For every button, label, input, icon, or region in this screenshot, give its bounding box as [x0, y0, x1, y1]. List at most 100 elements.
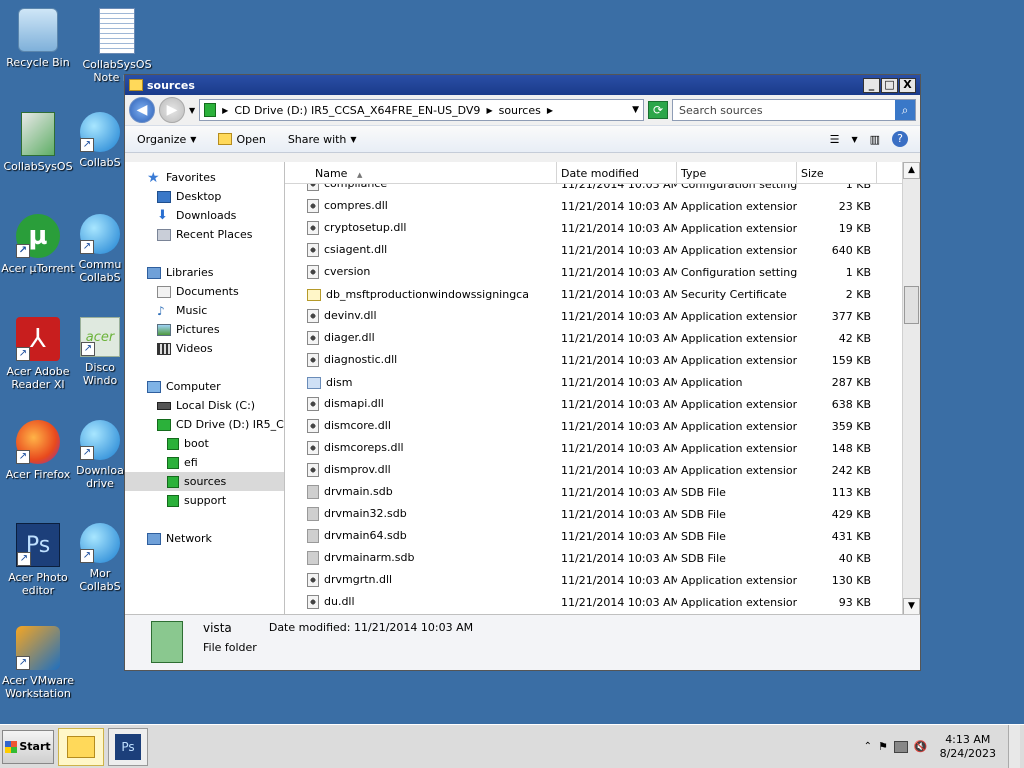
nav-folder-support[interactable]: support — [125, 491, 284, 510]
desktop-icon-utorrent[interactable]: µ ↗ Acer µTorrent — [0, 214, 79, 275]
file-row[interactable]: drvmain64.sdb 11/21/2014 10:03 AM SDB File… — [285, 525, 902, 547]
open-button[interactable]: Open — [218, 133, 266, 146]
column-header-name[interactable]: Name ▲ — [285, 162, 557, 183]
desktop-icon-collabs[interactable]: ↗ CollabS — [76, 112, 124, 169]
desktop-icon-collabsysos[interactable]: CollabSysOS — [0, 112, 79, 173]
nav-downloads[interactable]: ⬇ Downloads — [125, 206, 284, 225]
action-center-flag-icon[interactable]: ⚑ — [878, 740, 888, 753]
green-folder-icon — [167, 475, 179, 488]
show-hidden-icons[interactable]: ⌃ — [864, 741, 872, 752]
show-desktop-button[interactable] — [1008, 725, 1020, 768]
desktop-icon-commu[interactable]: ↗ Commu CollabS — [76, 214, 124, 284]
desktop-icon-download[interactable]: ↗ Downloa drive — [76, 420, 124, 490]
file-size-cell: 429 KB — [831, 507, 871, 521]
breadcrumb-separator-icon[interactable]: ▶ — [222, 106, 228, 115]
file-row[interactable]: devinv.dll 11/21/2014 10:03 AM Application… — [285, 305, 902, 327]
help-icon[interactable]: ? — [892, 131, 908, 147]
file-size-cell: 23 KB — [838, 199, 871, 213]
file-row[interactable]: db_msftproductionwindowssigningca 11/21/2… — [285, 283, 902, 305]
column-header-date[interactable]: Date modified — [557, 162, 677, 183]
file-row[interactable]: compres.dll 11/21/2014 10:03 AM Applicatio… — [285, 195, 902, 217]
clock[interactable]: 4:13 AM 8/24/2023 — [940, 733, 996, 761]
scroll-up-arrow[interactable]: ▲ — [903, 162, 920, 179]
file-row[interactable]: cversion 11/21/2014 10:03 AM Configuration… — [285, 261, 902, 283]
organize-button[interactable]: Organize ▼ — [137, 133, 196, 146]
scroll-down-arrow[interactable]: ▼ — [903, 598, 920, 615]
file-row[interactable]: diager.dll 11/21/2014 10:03 AM Application… — [285, 327, 902, 349]
nav-computer[interactable]: Computer — [125, 377, 284, 396]
share-with-button[interactable]: Share with ▼ — [288, 133, 357, 146]
nav-folder-efi[interactable]: efi — [125, 453, 284, 472]
file-name: dismcore.dll — [324, 419, 391, 432]
desktop-icon-notes[interactable]: CollabSysOS Note rea — [76, 8, 158, 84]
nav-folder-boot[interactable]: boot — [125, 434, 284, 453]
nav-folder-sources[interactable]: sources — [125, 472, 284, 491]
minimize-button[interactable]: _ — [863, 77, 880, 93]
column-header-size[interactable]: Size — [797, 162, 877, 183]
volume-muted-icon[interactable]: 🔇 — [914, 740, 928, 753]
search-box[interactable]: Search sources ⌕ — [672, 99, 916, 121]
nav-cd-drive[interactable]: CD Drive (D:) IR5_CCS — [125, 415, 284, 434]
file-row[interactable]: compliance 11/21/2014 10:03 AM Configurati… — [285, 184, 902, 195]
file-name: db_msftproductionwindowssigningca — [326, 287, 529, 301]
file-row[interactable]: dismcoreps.dll 11/21/2014 10:03 AM Applica… — [285, 437, 902, 459]
file-row[interactable]: drvmain.sdb 11/21/2014 10:03 AM SDB File 11… — [285, 481, 902, 503]
back-button[interactable]: ◀ — [129, 97, 155, 123]
file-row[interactable]: drvmain32.sdb 11/21/2014 10:03 AM SDB File… — [285, 503, 902, 525]
nav-pictures[interactable]: Pictures — [125, 320, 284, 339]
desktop-icon-discover[interactable]: acer ↗ Disco Windo — [76, 317, 124, 387]
details-item-name: vista — [203, 621, 232, 635]
breadcrumb-cd-drive[interactable]: CD Drive (D:) IR5_CCSA_X64FRE_EN-US_DV9 — [234, 104, 480, 117]
desktop-icon-firefox[interactable]: ↗ Acer Firefox — [0, 420, 79, 481]
desktop-icon-recycle-bin[interactable]: Recycle Bin — [0, 8, 79, 69]
taskbar-explorer[interactable] — [58, 727, 104, 766]
refresh-button[interactable]: ⟳ — [648, 101, 668, 119]
recent-pages-dropdown[interactable]: ▼ — [189, 106, 195, 115]
desktop-icon-adobe-reader[interactable]: ⅄ ↗ Acer Adobe Reader XI — [0, 317, 79, 391]
desktop-icon-vmware[interactable]: ↗ Acer VMware Workstation — [0, 626, 79, 700]
start-button[interactable]: Start — [2, 729, 54, 764]
file-row[interactable]: drvmgrtn.dll 11/21/2014 10:03 AM Applicati… — [285, 569, 902, 591]
nav-recent-places[interactable]: Recent Places — [125, 225, 284, 244]
breadcrumb-sources[interactable]: sources — [499, 104, 541, 117]
network-status-icon[interactable] — [893, 740, 908, 753]
breadcrumb-separator-icon[interactable]: ▶ — [486, 106, 492, 115]
address-bar[interactable]: ▶ CD Drive (D:) IR5_CCSA_X64FRE_EN-US_DV… — [199, 99, 644, 121]
file-row[interactable]: du.dll 11/21/2014 10:03 AM Application ext… — [285, 591, 902, 613]
vertical-scrollbar[interactable]: ▲ ▼ — [902, 162, 920, 615]
address-dropdown-icon[interactable]: ▼ — [632, 105, 639, 115]
nav-desktop[interactable]: Desktop — [125, 187, 284, 206]
file-row[interactable]: dismcore.dll 11/21/2014 10:03 AM Applicati… — [285, 415, 902, 437]
file-row[interactable]: dism 11/21/2014 10:03 AM Application 287 KB — [285, 371, 902, 393]
nav-libraries[interactable]: Libraries — [125, 263, 284, 282]
search-icon[interactable]: ⌕ — [895, 100, 915, 120]
forward-button[interactable]: ▶ — [159, 97, 185, 123]
scrollbar-thumb[interactable] — [904, 286, 919, 324]
desktop-icon-more[interactable]: ↗ Mor CollabS — [76, 523, 124, 593]
maximize-button[interactable]: □ — [881, 77, 898, 93]
file-row[interactable]: csiagent.dll 11/21/2014 10:03 AM Applicati… — [285, 239, 902, 261]
file-row[interactable]: dismapi.dll 11/21/2014 10:03 AM Applicatio… — [285, 393, 902, 415]
title-bar[interactable]: sources _ □ X — [125, 75, 920, 95]
taskbar-photoshop[interactable]: Ps — [108, 727, 148, 766]
column-header-type[interactable]: Type — [677, 162, 797, 183]
nav-documents[interactable]: Documents — [125, 282, 284, 301]
file-date-cell: 11/21/2014 10:03 AM — [561, 184, 677, 191]
preview-pane-icon[interactable]: ▥ — [870, 133, 880, 146]
change-view-icon[interactable]: ☰ — [830, 133, 840, 146]
nav-videos[interactable]: Videos — [125, 339, 284, 358]
search-input[interactable]: Search sources — [679, 104, 763, 117]
desktop-icon-photo-editor[interactable]: Ps ↗ Acer Photo editor — [0, 523, 79, 597]
file-row[interactable]: drvmainarm.sdb 11/21/2014 10:03 AM SDB Fil… — [285, 547, 902, 569]
close-button[interactable]: X — [899, 77, 916, 93]
nav-network[interactable]: Network — [125, 529, 284, 548]
breadcrumb-separator-icon[interactable]: ▶ — [547, 106, 553, 115]
nav-music[interactable]: ♪ Music — [125, 301, 284, 320]
file-gear-icon — [307, 309, 319, 323]
nav-local-disk[interactable]: Local Disk (C:) — [125, 396, 284, 415]
nav-favorites[interactable]: ★ Favorites — [125, 168, 284, 187]
file-row[interactable]: cryptosetup.dll 11/21/2014 10:03 AM Applic… — [285, 217, 902, 239]
file-row[interactable]: dismprov.dll 11/21/2014 10:03 AM Applicati… — [285, 459, 902, 481]
file-row[interactable]: diagnostic.dll 11/21/2014 10:03 AM Applica… — [285, 349, 902, 371]
view-dropdown-icon[interactable]: ▼ — [851, 135, 857, 144]
